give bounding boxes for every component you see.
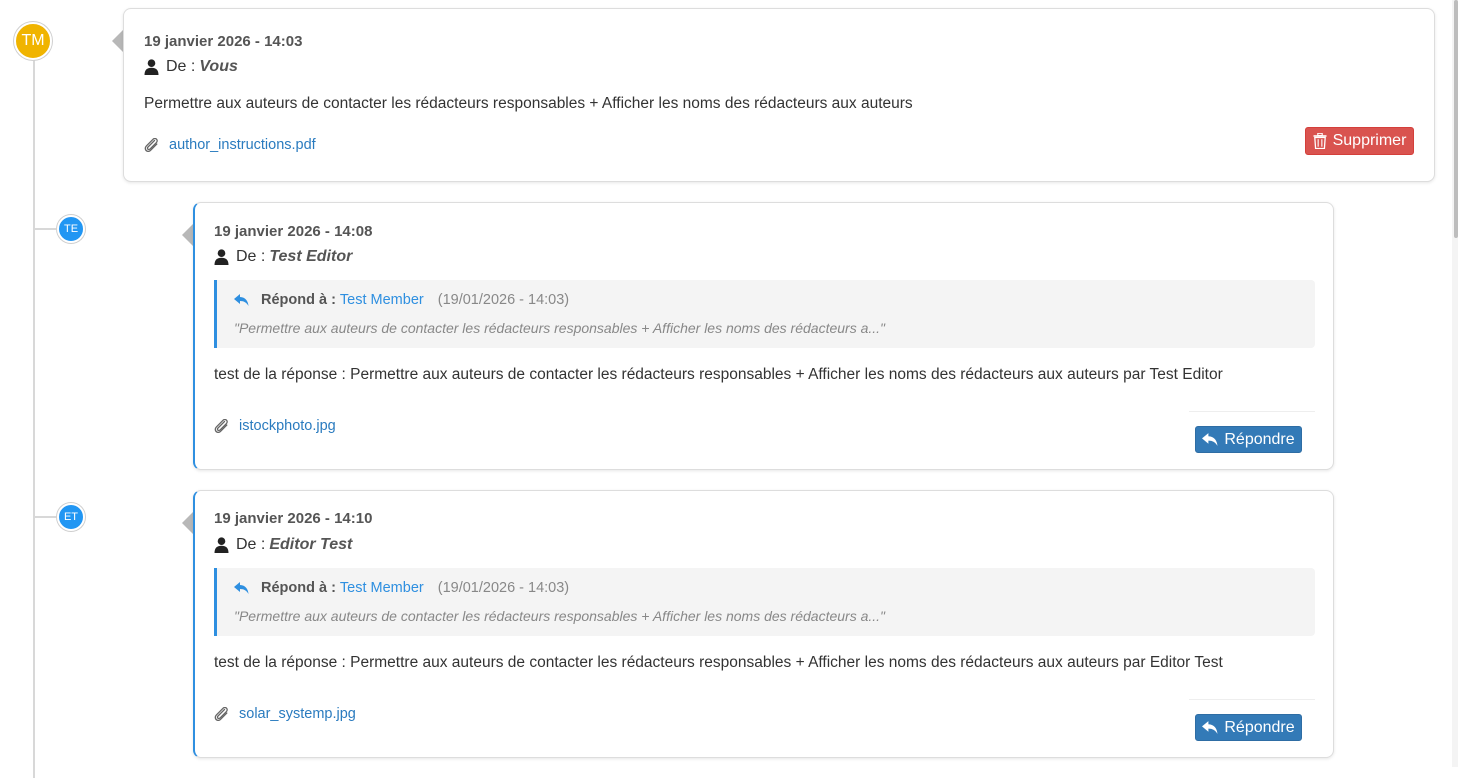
card-pointer [182,224,193,246]
attachment-link[interactable]: istockphoto.jpg [239,418,336,434]
reply-quote-header: Répond à : Test Member (19/01/2026 - 14:… [234,580,569,596]
timeline-branch [34,228,56,230]
message-body: test de la réponse : Permettre aux auteu… [214,366,1223,383]
paperclip-icon [214,419,230,433]
user-icon [144,59,159,75]
delete-button-label: Supprimer [1332,132,1407,149]
sender-name: Editor Test [269,536,353,553]
message-body: test de la réponse : Permettre aux auteu… [214,654,1223,671]
reply-to-author[interactable]: Test Member [340,292,424,308]
sender-name: Test Editor [269,248,353,265]
message-sender: De : Vous [144,58,238,76]
reply-to-author[interactable]: Test Member [340,580,424,596]
reply-to-label: Répond à : [261,292,336,308]
reply-quote-excerpt: "Permettre aux auteurs de contacter les … [234,608,886,624]
reply-button-label: Répondre [1224,718,1295,736]
sender-name: Vous [199,58,238,75]
reply-quote-excerpt: "Permettre aux auteurs de contacter les … [234,320,886,336]
from-label: De : [166,58,196,75]
paperclip-icon [144,138,160,152]
message-card: 19 janvier 2026 - 14:03 De : Vous Permet… [123,8,1435,182]
reply-icon [234,294,249,306]
timeline-branch [34,516,56,518]
user-icon [214,249,229,265]
from-label: De : [236,536,266,553]
attachment: solar_systemp.jpg [214,706,356,722]
trash-icon [1313,133,1327,149]
reply-to-label: Répond à : [261,580,336,596]
reply-button[interactable]: Répondre [1195,426,1302,453]
message-sender: De : Editor Test [214,536,352,554]
card-pointer [112,30,123,52]
message-date: 19 janvier 2026 - 14:10 [214,510,373,527]
reply-quote: Répond à : Test Member (19/01/2026 - 14:… [214,568,1315,636]
from-label: De : [236,248,266,265]
reply-to-timestamp: (19/01/2026 - 14:03) [437,580,570,596]
attachment: istockphoto.jpg [214,418,336,434]
message-date: 19 janvier 2026 - 14:03 [144,33,303,50]
reply-to-timestamp: (19/01/2026 - 14:03) [437,292,570,308]
timeline-line [33,58,35,778]
attachment-link[interactable]: author_instructions.pdf [169,137,316,153]
message-date: 19 janvier 2026 - 14:08 [214,223,373,240]
message-body: Permettre aux auteurs de contacter les r… [144,95,913,112]
reply-icon [1202,433,1218,446]
reply-button[interactable]: Répondre [1195,714,1302,741]
paperclip-icon [214,707,230,721]
message-card: 19 janvier 2026 - 14:08 De : Test Editor… [193,202,1334,470]
reply-button-label: Répondre [1224,430,1295,448]
delete-button[interactable]: Supprimer [1305,127,1414,155]
avatar: ET [57,503,85,531]
card-pointer [182,512,193,534]
divider [1189,699,1315,700]
reply-icon [234,582,249,594]
message-sender: De : Test Editor [214,248,352,266]
avatar: TE [57,215,85,243]
attachment: author_instructions.pdf [144,137,316,153]
reply-icon [1202,721,1218,734]
user-icon [214,537,229,553]
scrollbar-thumb[interactable] [1454,0,1458,238]
divider [1189,411,1315,412]
reply-quote: Répond à : Test Member (19/01/2026 - 14:… [214,280,1315,348]
reply-quote-header: Répond à : Test Member (19/01/2026 - 14:… [234,292,569,308]
attachment-link[interactable]: solar_systemp.jpg [239,706,356,722]
message-card: 19 janvier 2026 - 14:10 De : Editor Test… [193,490,1334,758]
avatar: TM [14,22,52,60]
